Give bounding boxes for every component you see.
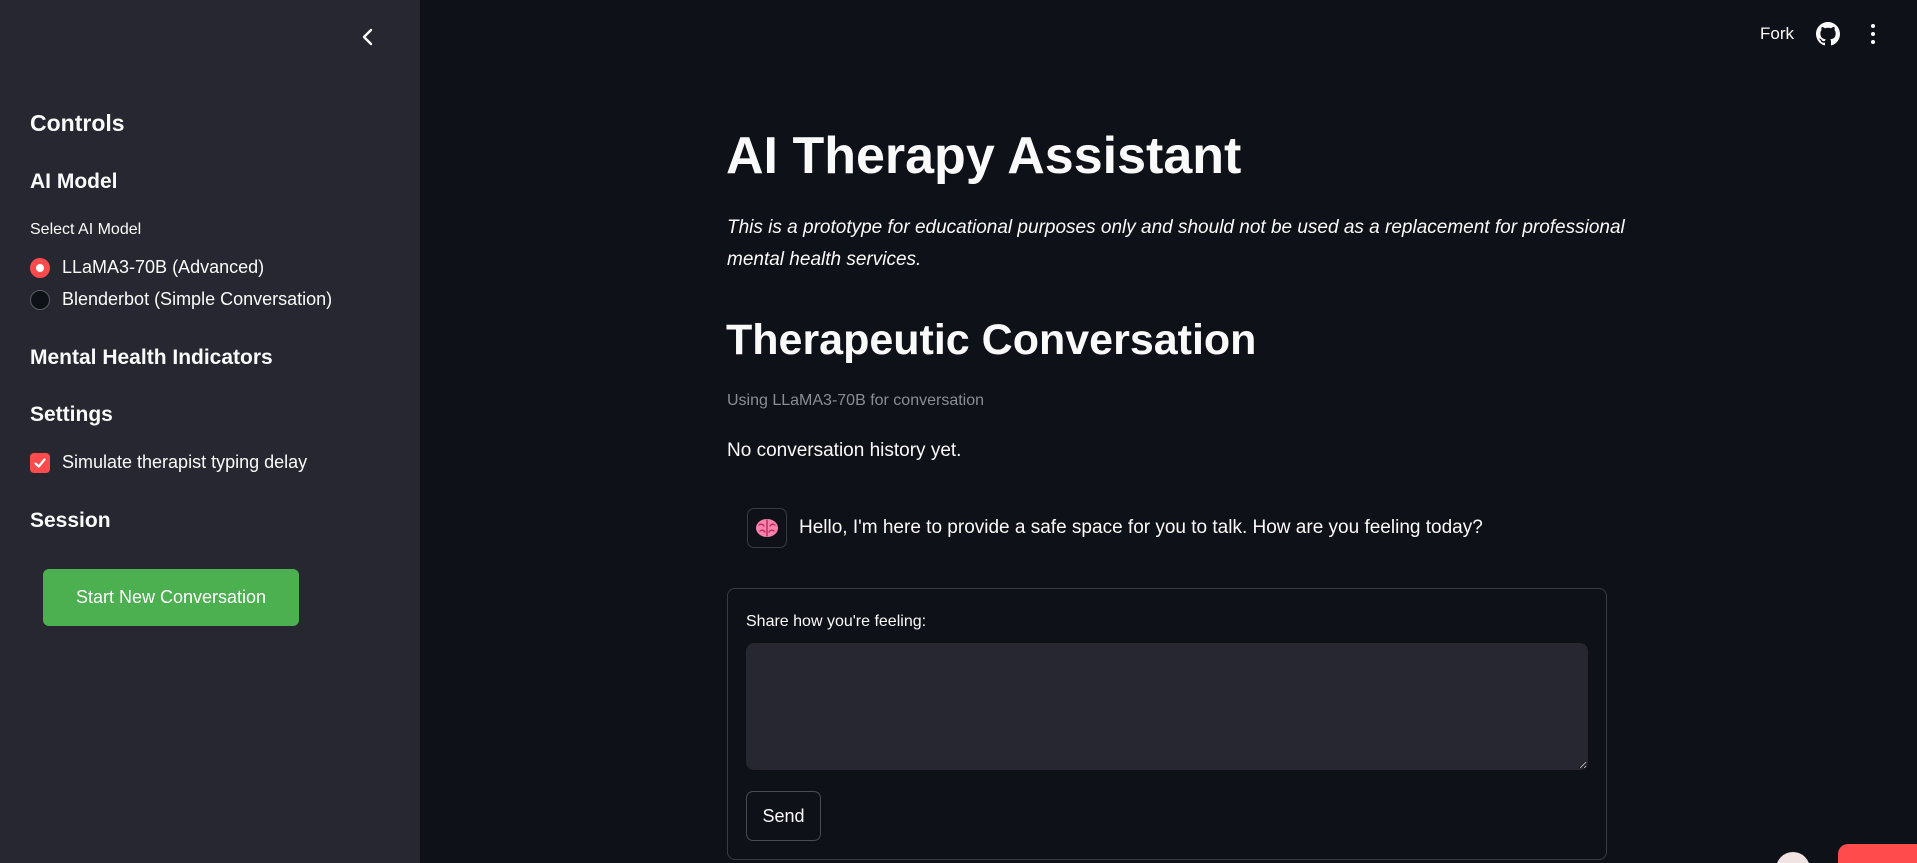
radio-option-label: Blenderbot (Simple Conversation): [62, 289, 333, 309]
fork-link[interactable]: Fork: [1760, 24, 1794, 44]
collapse-sidebar-button[interactable]: [355, 24, 381, 50]
radio-option-llama[interactable]: LLaMA3-70B (Advanced): [30, 257, 264, 278]
assistant-avatar: [747, 508, 787, 548]
conversation-heading: Therapeutic Conversation: [726, 316, 1257, 364]
typing-delay-checkbox-row[interactable]: Simulate therapist typing delay: [30, 452, 307, 473]
no-history-text: No conversation history yet.: [727, 440, 962, 461]
radio-button-checked[interactable]: [30, 257, 50, 278]
assistant-message-text: Hello, I'm here to provide a safe space …: [799, 517, 1483, 538]
assistant-message: Hello, I'm here to provide a safe space …: [747, 508, 1483, 548]
settings-heading: Settings: [30, 403, 113, 426]
page-title: AI Therapy Assistant: [726, 127, 1242, 185]
disclaimer-text: This is a prototype for educational purp…: [727, 217, 1625, 270]
controls-heading: Controls: [30, 110, 125, 136]
chevron-left-icon: [362, 28, 373, 46]
session-heading: Session: [30, 509, 111, 532]
feeling-form: Share how you're feeling: Send: [727, 588, 1607, 860]
more-vertical-icon[interactable]: [1862, 22, 1884, 46]
check-icon: [34, 457, 46, 468]
mental-health-indicators-heading: Mental Health Indicators: [30, 346, 273, 369]
menu-dot: [1871, 32, 1875, 36]
user-avatar[interactable]: [1776, 852, 1810, 863]
app-root: Controls AI Model Select AI Model LLaMA3…: [0, 0, 1917, 863]
feeling-textarea[interactable]: [746, 643, 1588, 770]
select-ai-model-label: Select AI Model: [30, 221, 142, 238]
radio-option-label: LLaMA3-70B (Advanced): [62, 257, 265, 277]
radio-button-unchecked[interactable]: [30, 289, 50, 310]
model-caption: Using LLaMA3-70B for conversation: [727, 392, 985, 409]
sidebar: Controls AI Model Select AI Model LLaMA3…: [0, 0, 420, 863]
brain-icon: [756, 519, 778, 537]
send-button[interactable]: Send: [746, 791, 821, 841]
menu-dot: [1871, 24, 1875, 28]
menu-dot: [1871, 40, 1875, 44]
feeling-input-label: Share how you're feeling:: [746, 613, 927, 630]
github-icon[interactable]: [1816, 22, 1840, 46]
typing-delay-label: Simulate therapist typing delay: [62, 452, 308, 472]
streamlit-badge[interactable]: [1838, 844, 1917, 863]
ai-model-heading: AI Model: [30, 170, 118, 193]
typing-delay-checkbox[interactable]: [30, 452, 50, 473]
start-new-conversation-button[interactable]: Start New Conversation: [43, 569, 299, 626]
radio-option-blenderbot[interactable]: Blenderbot (Simple Conversation): [30, 289, 332, 310]
